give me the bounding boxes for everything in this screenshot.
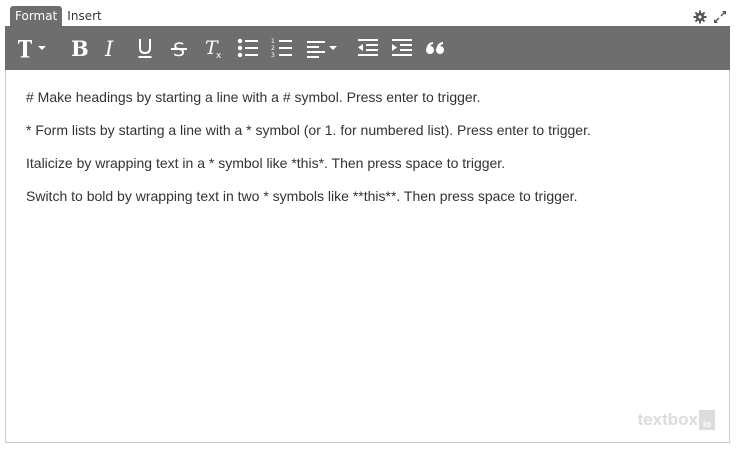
italic-button[interactable]: I (99, 26, 123, 70)
align-icon (307, 41, 337, 58)
bold-button[interactable]: B (65, 26, 91, 70)
numbered-list-icon: 123 (271, 38, 292, 59)
tab-bar: Format Insert (10, 6, 107, 26)
svg-text:I: I (104, 37, 114, 59)
outdent-icon (358, 39, 378, 56)
strikethrough-button[interactable]: S (167, 26, 191, 70)
brand-text: textbox (637, 410, 698, 429)
bulleted-list-button[interactable] (235, 26, 261, 70)
paragraph[interactable]: # Make headings by starting a line with … (26, 88, 719, 107)
indent-icon (392, 39, 412, 56)
blockquote-button[interactable] (423, 26, 449, 70)
editor-body[interactable]: # Make headings by starting a line with … (5, 70, 730, 443)
paragraph[interactable]: * Form lists by starting a line with a *… (26, 121, 719, 140)
tab-format[interactable]: Format (10, 6, 63, 26)
indent-button[interactable] (389, 26, 415, 70)
svg-text:1: 1 (271, 38, 275, 45)
underline-icon (138, 39, 152, 58)
svg-text:B: B (71, 37, 88, 59)
underline-button[interactable] (133, 26, 157, 70)
outdent-button[interactable] (355, 26, 381, 70)
expand-icon[interactable] (713, 9, 727, 24)
brand-box: io (699, 410, 715, 430)
editor-content[interactable]: # Make headings by starting a line with … (26, 88, 719, 220)
strikethrough-icon: S (171, 39, 187, 59)
numbered-list-button[interactable]: 123 (269, 26, 295, 70)
blockquote-icon (426, 42, 444, 54)
textbox-logo: textbox io (638, 410, 715, 430)
clear-formatting-button[interactable]: T x (201, 26, 227, 70)
svg-text:3: 3 (271, 52, 275, 59)
text-style-icon (18, 40, 46, 58)
text-style-button[interactable] (15, 26, 51, 70)
clear-formatting-icon: T x (205, 37, 222, 59)
tab-insert[interactable]: Insert (62, 6, 106, 26)
gear-icon[interactable] (693, 9, 707, 24)
svg-text:x: x (216, 51, 222, 59)
svg-text:2: 2 (271, 45, 275, 52)
paragraph[interactable]: Switch to bold by wrapping text in two *… (26, 187, 719, 206)
formatting-toolbar: B I S T x 1 2 3 (5, 26, 730, 70)
bold-icon: B (71, 37, 88, 59)
bulleted-list-icon (237, 38, 258, 58)
paragraph[interactable]: Italicize by wrapping text in a * symbol… (26, 154, 719, 173)
italic-icon: I (104, 37, 114, 59)
header-icons (693, 9, 727, 24)
editor-header: Format Insert (0, 0, 737, 26)
align-button[interactable] (303, 26, 343, 70)
